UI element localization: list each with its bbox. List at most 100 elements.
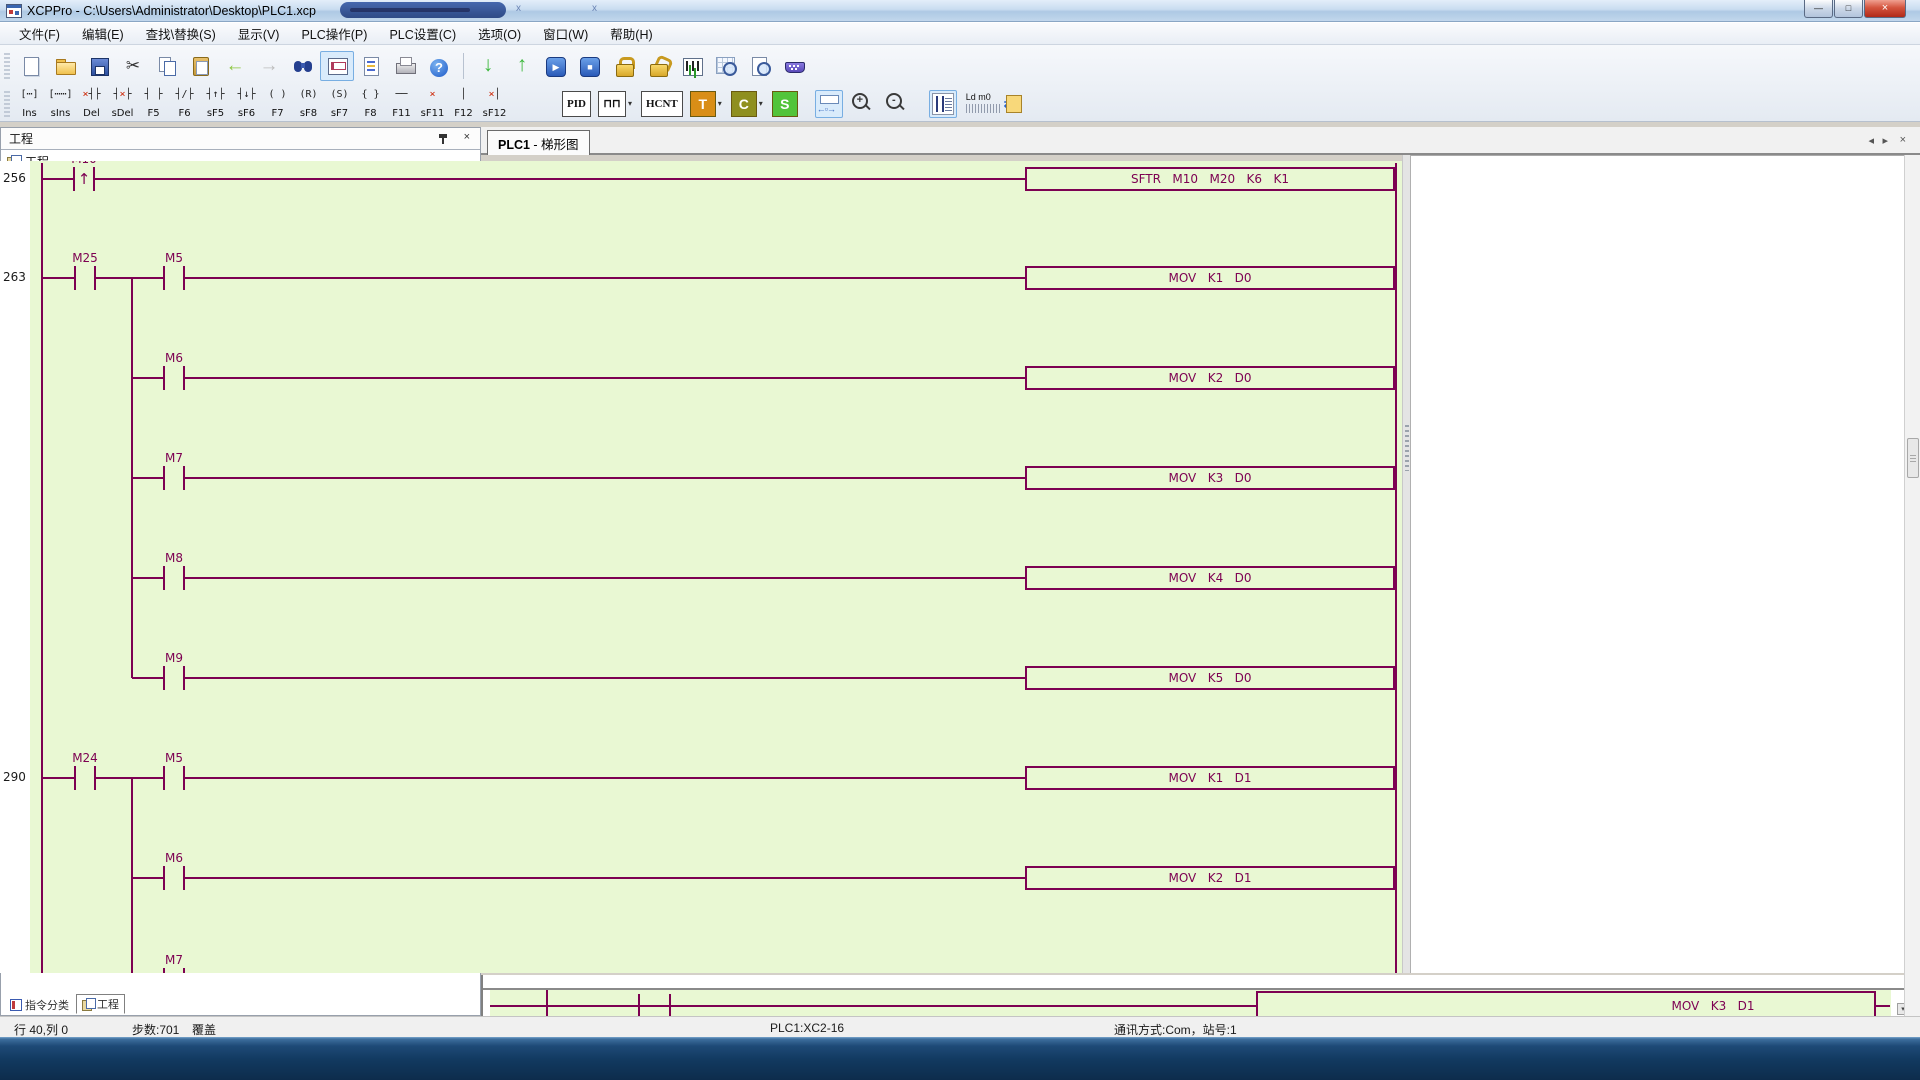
ladder-monitor-button[interactable] (929, 90, 957, 118)
back-button[interactable]: ← (218, 51, 252, 81)
fit-width-button[interactable] (815, 90, 843, 118)
shortcut-label: sF6 (238, 108, 255, 119)
new-button[interactable] (14, 51, 48, 81)
ladder-rung[interactable]: M7 (132, 953, 1026, 973)
menu-item-4[interactable]: 显示(V) (227, 21, 291, 46)
timer-block-button[interactable]: T▾ (690, 91, 724, 117)
ladder-rung[interactable]: M8MOV K4 D0 (132, 551, 1396, 590)
ladder-symbol-icon: [⋯] (20, 88, 38, 101)
syntax-check-button[interactable] (675, 51, 709, 81)
pid-block-button[interactable]: PID (562, 91, 591, 117)
menu-item-3[interactable]: 查找\替换(S) (135, 21, 227, 46)
ladder-tool-ins[interactable]: [⋯]Ins (14, 87, 45, 120)
instruction-list-button[interactable] (354, 51, 388, 81)
download-to-plc-button[interactable]: ↓ (471, 51, 505, 81)
ladder-tool-f8[interactable]: { }F8 (355, 87, 386, 120)
tab-plc1-ladder[interactable]: PLC1 - 梯形图 (487, 130, 590, 155)
menu-item-6[interactable]: PLC设置(C) (378, 21, 467, 46)
ld-monitor-button[interactable]: Ld m0 (963, 90, 1003, 118)
ladder-editor[interactable]: ↑M10SFTR M10 M20 K6 K1M25M5MOV K1 D0M6MO… (0, 161, 1402, 973)
ladder-rung[interactable]: M7MOV K3 D0 (132, 451, 1396, 490)
zoom-in-button[interactable] (849, 90, 877, 118)
find-button[interactable] (286, 51, 320, 81)
upload-from-plc-button[interactable]: ↑ (505, 51, 539, 81)
menu-item-2[interactable]: 编辑(E) (71, 21, 135, 46)
overwrite-mode: 覆盖 (192, 1021, 216, 1038)
maximize-button[interactable]: □ (1834, 0, 1863, 18)
open-button[interactable] (48, 51, 82, 81)
shortcut-label: sF8 (300, 108, 317, 119)
forward-button[interactable]: → (252, 51, 286, 81)
app-icon (6, 4, 22, 18)
vertical-scrollbar[interactable] (1904, 155, 1920, 1016)
svg-text:MOV K4 D0: MOV K4 D0 (1168, 571, 1251, 585)
plc-stop-button[interactable]: ■ (573, 51, 607, 81)
tab-project[interactable]: 工程 (76, 994, 125, 1014)
scrollbar-thumb[interactable] (1907, 438, 1919, 478)
vertical-splitter[interactable] (1402, 155, 1411, 973)
save-button[interactable] (82, 51, 116, 81)
ladder-tool-f6[interactable]: ┤/├F6 (169, 87, 200, 120)
counter-block-button[interactable]: C▾ (731, 91, 765, 117)
ladder-view-button[interactable] (320, 51, 354, 81)
ladder-tool-sf7[interactable]: (S)sF7 (324, 87, 355, 120)
plc-run-button[interactable]: ▶ (539, 51, 573, 81)
panel-close-icon[interactable]: × (464, 131, 470, 143)
unlock-button[interactable] (641, 51, 675, 81)
help-button[interactable]: ? (422, 51, 456, 81)
tab-scroll-left-icon[interactable]: ◂ (1868, 134, 1874, 147)
menu-item-8[interactable]: 窗口(W) (532, 21, 599, 46)
convert-button[interactable]: ⇄ (1003, 90, 1031, 118)
ladder-canvas[interactable]: ↑M10SFTR M10 M20 K6 K1M25M5MOV K1 D0M6MO… (0, 161, 1402, 973)
menu-item-9[interactable]: 帮助(H) (599, 21, 663, 46)
copy-button[interactable] (150, 51, 184, 81)
pin-icon[interactable] (438, 133, 448, 145)
ladder-rung-256[interactable]: ↑M10SFTR M10 M20 K6 K1 (42, 161, 1396, 191)
lock-button[interactable] (607, 51, 641, 81)
ladder-rung[interactable]: M6MOV K2 D1 (132, 851, 1396, 890)
dropdown-arrow-icon[interactable]: ▾ (718, 99, 722, 108)
pulse-block-button[interactable]: ⊓⊓▾ (598, 91, 634, 117)
tab-instruction-category[interactable]: 指令分类 (5, 996, 74, 1014)
data-monitor-button[interactable] (743, 51, 777, 81)
menu-item-1[interactable]: 文件(F) (8, 21, 71, 46)
ladder-tool-f5[interactable]: ┤ ├F5 (138, 87, 169, 120)
ladder-tool-f7[interactable]: ( )F7 (262, 87, 293, 120)
ladder-tool-f12[interactable]: │F12 (448, 87, 479, 120)
dropdown-arrow-icon[interactable]: ▾ (759, 99, 763, 108)
cut-button[interactable]: ✂ (116, 51, 150, 81)
dropdown-arrow-icon[interactable]: ▾ (628, 99, 632, 108)
zoom-out-button[interactable] (883, 90, 911, 118)
menu-item-5[interactable]: PLC操作(P) (290, 21, 378, 46)
menu-item-7[interactable]: 选项(O) (467, 21, 532, 46)
ladder-symbol-icon: ( ) (268, 88, 286, 101)
ladder-tool-sf12[interactable]: ×│sF12 (479, 87, 510, 120)
ladder-tool-f11[interactable]: ──F11 (386, 87, 417, 120)
ladder-tool-sf8[interactable]: (R)sF8 (293, 87, 324, 120)
ladder-tool-sf11[interactable]: ×sF11 (417, 87, 448, 120)
free-monitor-button[interactable] (709, 51, 743, 81)
com-settings-button[interactable] (777, 51, 811, 81)
ladder-rung[interactable]: M9MOV K5 D0 (132, 651, 1396, 690)
ladder-tool-sf5[interactable]: ┤↑├sF5 (200, 87, 231, 120)
ladder-rung-290[interactable]: M24M5MOV K1 D1 (42, 751, 1396, 973)
close-button[interactable]: × (1864, 0, 1906, 18)
ladder-rung-263[interactable]: M25M5MOV K1 D0 (42, 251, 1396, 678)
lock-icon (612, 54, 636, 78)
paste-button[interactable] (184, 51, 218, 81)
ladder-tool-sins[interactable]: [⋯⋯]sIns (45, 87, 76, 120)
state-block-button[interactable]: S (772, 91, 798, 117)
print-button[interactable] (388, 51, 422, 81)
hcnt-block-button[interactable]: HCNT (641, 91, 683, 117)
tab-close-icon[interactable]: × (1900, 134, 1906, 146)
ladder-tool-sdel[interactable]: ┤×├sDel (107, 87, 138, 120)
ladder-tool-del[interactable]: ×┤├Del (76, 87, 107, 120)
minimize-button[interactable]: — (1804, 0, 1833, 18)
title-bar[interactable]: XCPPro - C:\Users\Administrator\Desktop\… (0, 0, 1920, 22)
tab-scroll-right-icon[interactable]: ▸ (1882, 134, 1888, 147)
svg-text:M24: M24 (72, 751, 98, 765)
ladder-rung[interactable]: M6MOV K2 D0 (132, 351, 1396, 390)
ladder-tool-sf6[interactable]: ┤↓├sF6 (231, 87, 262, 120)
shortcut-label: F12 (454, 108, 472, 119)
svg-text:MOV K2 D0: MOV K2 D0 (1168, 371, 1251, 385)
